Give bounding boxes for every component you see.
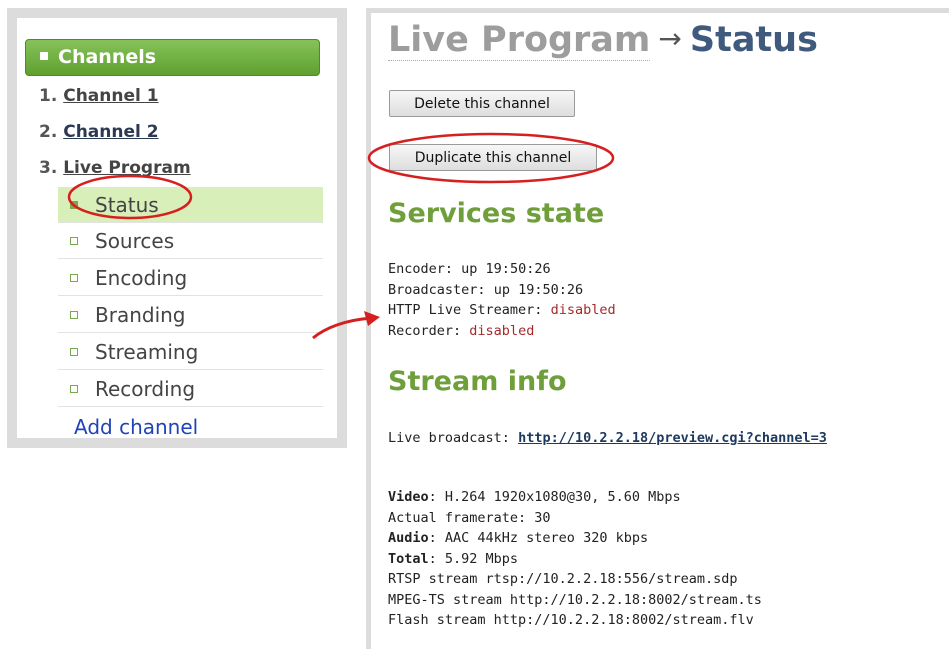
delete-channel-button[interactable]: Delete this channel xyxy=(389,90,575,117)
sidebar-item-streaming[interactable]: Streaming xyxy=(58,334,323,370)
add-channel-link[interactable]: Add channel xyxy=(74,415,198,439)
rtsp-line: RTSP stream rtsp://10.2.2.18:556/stream.… xyxy=(388,571,738,587)
page-title: Live Program → Status xyxy=(388,20,818,61)
sidebar-item-label: Streaming xyxy=(95,340,199,364)
audio-label: Audio xyxy=(388,530,429,546)
square-bullet-icon xyxy=(70,236,78,245)
sidebar-item-recording[interactable]: Recording xyxy=(58,371,323,407)
broadcaster-label: Broadcaster: xyxy=(388,281,486,298)
stream-info-heading: Stream info xyxy=(388,366,567,397)
channel-1-link[interactable]: Channel 1 xyxy=(63,86,158,106)
encoder-label: Encoder: xyxy=(388,261,454,277)
sidebar-item-label: Status xyxy=(95,193,159,217)
total-label: Total xyxy=(388,550,429,567)
recorder-label: Recorder: xyxy=(388,322,462,339)
sidebar-item-encoding[interactable]: Encoding xyxy=(58,260,323,296)
stream-details: Video: H.264 1920x1080@30, 5.60 Mbps Act… xyxy=(388,487,762,631)
sidebar-item-label: Branding xyxy=(95,303,186,327)
square-bullet-icon xyxy=(70,384,78,393)
encoder-value: up 19:50:26 xyxy=(461,261,551,277)
mpegts-line: MPEG-TS stream http://10.2.2.18:8002/str… xyxy=(388,591,762,608)
channel-number: 2. xyxy=(39,122,58,142)
channel-2-link[interactable]: Channel 2 xyxy=(63,122,158,142)
square-bullet-icon xyxy=(70,347,78,356)
square-bullet-icon xyxy=(70,310,78,319)
channel-number: 1. xyxy=(39,86,58,106)
broadcaster-value: up 19:50:26 xyxy=(493,281,584,298)
sidebar-item-branding[interactable]: Branding xyxy=(58,297,323,333)
recorder-value: disabled xyxy=(469,322,535,339)
video-value: : H.264 1920x1080@30, 5.60 Mbps xyxy=(428,489,681,505)
hls-label: HTTP Live Streamer: xyxy=(388,302,543,318)
total-value: : 5.92 Mbps xyxy=(428,550,519,567)
sidebar: Channels 1. Channel 1 2. Channel 2 3. Li… xyxy=(17,18,337,439)
sidebar-frame: Channels 1. Channel 1 2. Channel 2 3. Li… xyxy=(7,8,347,448)
audio-value: : AAC 44kHz stereo 320 kbps xyxy=(428,530,649,546)
square-bullet-icon xyxy=(70,200,78,209)
square-bullet-icon xyxy=(70,273,78,282)
duplicate-channel-button[interactable]: Duplicate this channel xyxy=(389,144,597,171)
page-title-current: Status xyxy=(689,20,818,60)
framerate-line: Actual framerate: 30 xyxy=(388,509,551,526)
sidebar-channel-1[interactable]: 1. Channel 1 xyxy=(39,86,159,106)
channels-header: Channels xyxy=(25,39,320,76)
sidebar-item-label: Recording xyxy=(95,377,196,401)
services-state-heading: Services state xyxy=(388,198,605,229)
hls-value: disabled xyxy=(550,302,616,318)
video-label: Video xyxy=(388,489,429,505)
live-broadcast-row: Live broadcast: http://10.2.2.18/preview… xyxy=(388,428,827,449)
sidebar-channel-3[interactable]: 3. Live Program xyxy=(39,158,191,178)
channels-header-label: Channels xyxy=(58,46,157,68)
arrow-right-icon: → xyxy=(658,22,682,55)
breadcrumb-live-program[interactable]: Live Program xyxy=(388,20,651,61)
square-bullet-icon xyxy=(40,51,48,60)
sidebar-item-label: Encoding xyxy=(95,266,188,290)
sidebar-item-sources[interactable]: Sources xyxy=(58,223,323,259)
live-broadcast-label: Live broadcast: xyxy=(388,430,510,446)
channel-3-link[interactable]: Live Program xyxy=(63,158,190,178)
sidebar-item-label: Sources xyxy=(95,229,175,253)
sidebar-channel-2[interactable]: 2. Channel 2 xyxy=(39,122,159,142)
services-state-list: Encoder: up 19:50:26 Broadcaster: up 19:… xyxy=(388,259,616,341)
live-broadcast-link[interactable]: http://10.2.2.18/preview.cgi?channel=3 xyxy=(518,430,827,446)
flash-line: Flash stream http://10.2.2.18:8002/strea… xyxy=(388,612,754,628)
sidebar-item-status[interactable]: Status xyxy=(58,187,323,223)
channel-number: 3. xyxy=(39,158,58,178)
